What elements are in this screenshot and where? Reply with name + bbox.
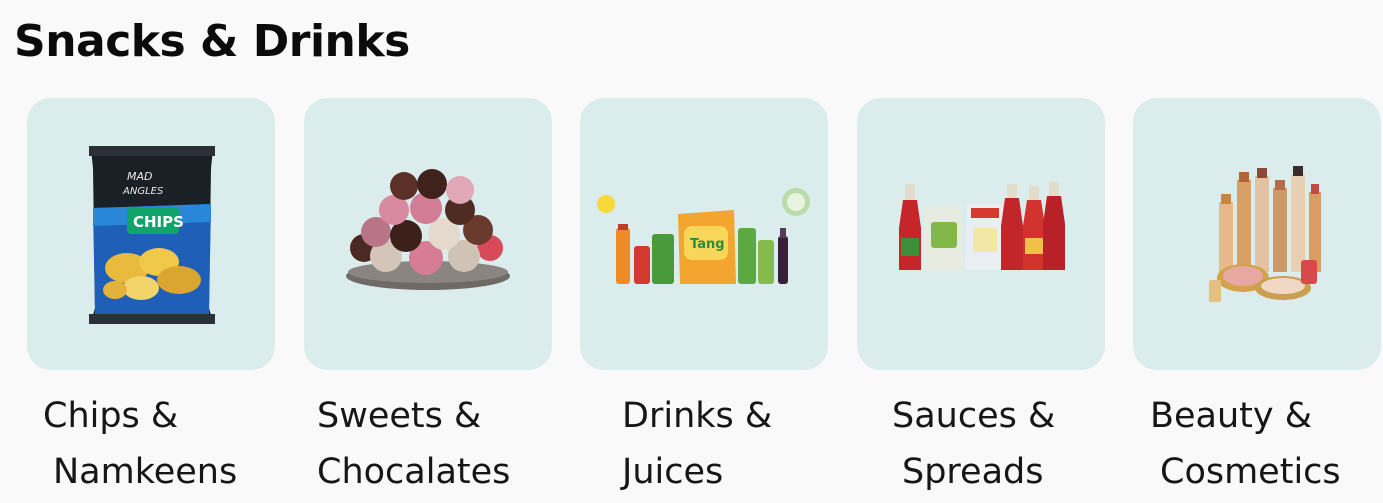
category-image-tile xyxy=(857,98,1105,370)
category-label-line2: Juices xyxy=(622,452,724,492)
category-image-tile xyxy=(1133,98,1381,370)
category-label-line1: Sauces & xyxy=(892,396,1056,436)
category-label: Sauces & Spreads xyxy=(857,388,1152,500)
chips-packet-image: MAD ANGLES CHIPS xyxy=(89,146,215,324)
category-card-beauty-cosmetics[interactable]: Beauty & Cosmetics xyxy=(1133,98,1381,502)
category-card-drinks-juices[interactable]: Tang Drinks & Juices xyxy=(580,98,828,502)
category-label-line1: Chips & xyxy=(43,396,179,436)
lipsticks-cosmetics-image xyxy=(1209,166,1321,302)
svg-text:Tang: Tang xyxy=(690,237,725,252)
category-card-sweets-chocolates[interactable]: Sweets & Chocalates xyxy=(304,98,552,502)
category-label-line2: Cosmetics xyxy=(1160,452,1341,492)
category-label: Drinks & Juices xyxy=(580,388,882,500)
category-label-line2: Spreads xyxy=(902,452,1044,492)
category-label-line2: Chocalates xyxy=(317,452,511,492)
category-row: MAD ANGLES CHIPS Chips & Namkeens Sweets… xyxy=(0,0,1383,503)
category-label: Beauty & Cosmetics xyxy=(1133,388,1383,500)
chocolate-bonbons-image xyxy=(346,169,510,290)
juice-packs-image: Tang xyxy=(597,188,810,284)
category-label: Sweets & Chocalates xyxy=(304,388,577,500)
svg-text:ANGLES: ANGLES xyxy=(122,186,164,197)
category-label-line1: Sweets & xyxy=(317,396,482,436)
category-image-tile xyxy=(304,98,552,370)
category-label: Chips & Namkeens xyxy=(27,388,303,500)
category-label-line1: Drinks & xyxy=(622,396,773,436)
category-label-line1: Beauty & xyxy=(1150,396,1313,436)
category-image-tile: Tang xyxy=(580,98,828,370)
category-card-sauces-spreads[interactable]: Sauces & Spreads xyxy=(857,98,1105,502)
svg-text:CHIPS: CHIPS xyxy=(133,213,184,231)
category-image-tile: MAD ANGLES CHIPS xyxy=(27,98,275,370)
category-label-line2: Namkeens xyxy=(53,452,238,492)
sauce-bottles-image xyxy=(899,182,1065,270)
svg-text:MAD: MAD xyxy=(127,170,153,183)
category-card-chips-namkeens[interactable]: MAD ANGLES CHIPS Chips & Namkeens xyxy=(27,98,275,502)
